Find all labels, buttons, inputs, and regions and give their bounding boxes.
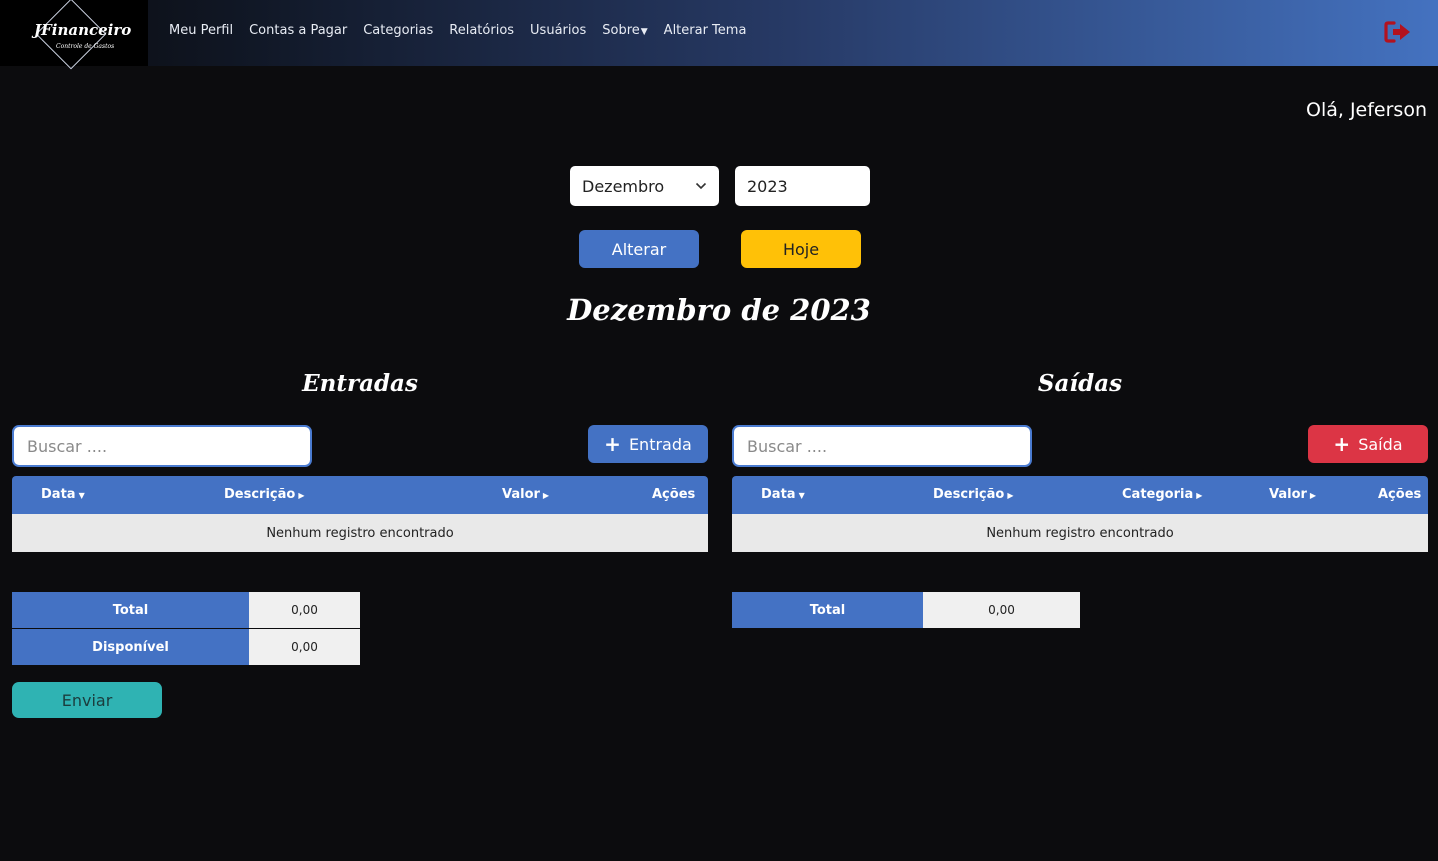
sort-right-icon: ▶ (542, 491, 550, 500)
nav-menu: Meu Perfil Contas a Pagar Categorias Rel… (169, 23, 746, 38)
nav-item-meu-perfil[interactable]: Meu Perfil (169, 23, 233, 38)
plus-icon: + (1333, 432, 1351, 456)
brand-name: JFinanceiro (34, 21, 132, 39)
entradas-total-value: 0,00 (249, 592, 360, 628)
brand-tagline: Controle de Gastos (56, 43, 115, 50)
entradas-col-acoes: Ações (652, 487, 696, 502)
nav-item-contas-a-pagar[interactable]: Contas a Pagar (249, 23, 347, 38)
entradas-empty-row: Nenhum registro encontrado (12, 514, 708, 552)
sort-down-icon: ▼ (78, 491, 85, 500)
saidas-col-descricao[interactable]: Descrição ▶ (933, 487, 1014, 502)
col-valor-label: Valor (502, 487, 540, 502)
saidas-table-header: Data ▼ Descrição ▶ Categoria ▶ Valor ▶ Ações (732, 476, 1428, 514)
nav-item-sobre-dropdown[interactable]: Sobre▼ (602, 23, 647, 38)
enviar-button[interactable]: Enviar (12, 682, 162, 718)
entradas-table-header: Data ▼ Descrição ▶ Valor ▶ Ações (12, 476, 708, 514)
entradas-title: Entradas (302, 370, 418, 397)
month-select-value: Dezembro (582, 176, 665, 196)
logout-button[interactable] (1384, 20, 1412, 44)
sort-right-icon: ▶ (1196, 491, 1203, 500)
add-entrada-label: Entrada (628, 434, 692, 454)
col-descricao-label: Descrição (933, 487, 1005, 502)
saidas-col-categoria[interactable]: Categoria ▶ (1122, 487, 1202, 502)
hoje-button[interactable]: Hoje (741, 230, 861, 268)
sort-down-icon: ▼ (798, 491, 805, 500)
col-data-label: Data (761, 487, 796, 502)
saidas-title: Saídas (1037, 370, 1123, 397)
entradas-disponivel-label: Disponível (12, 629, 249, 665)
nav-item-alterar-tema[interactable]: Alterar Tema (664, 23, 747, 38)
plus-icon: + (604, 432, 621, 456)
nav-item-categorias[interactable]: Categorias (363, 23, 433, 38)
saidas-col-valor[interactable]: Valor ▶ (1269, 487, 1316, 502)
nav-item-sobre-label: Sobre (602, 23, 640, 38)
add-saida-button[interactable]: + Saída (1308, 425, 1428, 463)
entradas-disponivel-value: 0,00 (249, 629, 360, 665)
col-data-label: Data (41, 487, 76, 502)
saidas-search-input[interactable]: Buscar .... (732, 425, 1032, 467)
entradas-col-data[interactable]: Data ▼ (41, 487, 85, 502)
year-input[interactable]: 2023 (735, 166, 870, 206)
saidas-total-label: Total (732, 592, 923, 628)
period-title: Dezembro de 2023 (567, 293, 871, 327)
sort-right-icon: ▶ (1007, 491, 1014, 500)
col-valor-label: Valor (1269, 487, 1307, 502)
saidas-total-value: 0,00 (923, 592, 1080, 628)
entradas-total-label: Total (12, 592, 249, 628)
saidas-col-acoes: Ações (1378, 487, 1422, 502)
sort-right-icon: ▶ (1309, 491, 1317, 500)
alterar-button[interactable]: Alterar (579, 230, 699, 268)
saidas-col-data[interactable]: Data ▼ (761, 487, 805, 502)
month-select[interactable]: Dezembro (570, 166, 719, 206)
sign-out-icon (1384, 21, 1410, 43)
col-descricao-label: Descrição (224, 487, 296, 502)
top-navbar: JFinanceiro Controle de Gastos Meu Perfi… (0, 0, 1438, 70)
sort-right-icon: ▶ (298, 491, 305, 500)
add-entrada-button[interactable]: + Entrada (588, 425, 708, 463)
add-saida-label: Saída (1358, 434, 1403, 454)
saidas-empty-row: Nenhum registro encontrado (732, 514, 1428, 552)
user-greeting: Olá, Jeferson (1305, 99, 1427, 121)
nav-item-relatorios[interactable]: Relatórios (449, 23, 514, 38)
caret-down-icon: ▼ (640, 27, 648, 37)
brand-logo[interactable]: JFinanceiro Controle de Gastos (0, 0, 148, 70)
entradas-col-descricao[interactable]: Descrição ▶ (224, 487, 305, 502)
chevron-down-icon (695, 182, 707, 190)
entradas-col-valor[interactable]: Valor ▶ (502, 487, 549, 502)
col-categoria-label: Categoria (1122, 487, 1194, 502)
nav-item-usuarios[interactable]: Usuários (530, 23, 586, 38)
entradas-search-input[interactable]: Buscar .... (12, 425, 312, 467)
